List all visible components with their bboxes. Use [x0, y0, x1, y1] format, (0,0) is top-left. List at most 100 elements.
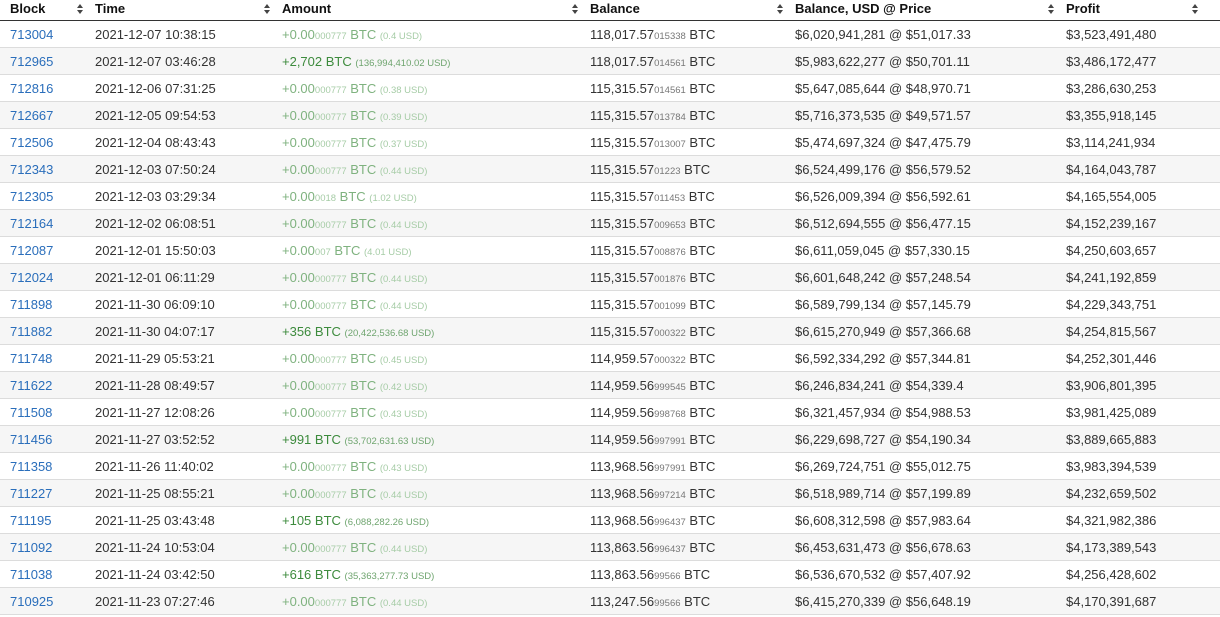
block-link[interactable]: 712343	[10, 156, 53, 182]
profit-cell: $3,486,172,477	[1066, 54, 1157, 69]
column-header-block[interactable]: Block	[10, 0, 45, 20]
amount-unit: BTC	[346, 270, 377, 285]
block-link[interactable]: 712164	[10, 210, 53, 236]
column-header-balance[interactable]: Balance	[590, 0, 640, 20]
balance-cell: 115,315.5701223 BTC	[590, 156, 710, 182]
profit-cell: $4,170,391,687	[1066, 594, 1157, 609]
block-link[interactable]: 711358	[10, 453, 52, 479]
amount-usd: (0.45 USD)	[379, 355, 428, 366]
time-cell: 2021-11-27 03:52:52	[95, 432, 215, 447]
block-link[interactable]: 711195	[10, 507, 51, 533]
amount-cell: +0.00000777 BTC (0.44 USD)	[282, 588, 427, 614]
profit-cell: $4,232,659,502	[1066, 486, 1157, 501]
balance-cell: 113,968.56996437 BTC	[590, 507, 715, 533]
balance-unit: BTC	[685, 108, 716, 123]
block-link[interactable]: 712024	[10, 264, 53, 290]
balance-cell: 113,247.5699566 BTC	[590, 588, 710, 614]
table-row: 712343 2021-12-03 07:50:24 +0.00000777 BTC…	[0, 156, 1220, 183]
amount-main: +0.00	[282, 297, 315, 312]
balance-usd-cell: $6,453,631,473 @ $56,678.63	[795, 540, 971, 555]
balance-unit: BTC	[685, 432, 716, 447]
block-link[interactable]: 711622	[10, 372, 52, 398]
block-link[interactable]: 711227	[10, 480, 52, 506]
amount-unit: BTC	[322, 54, 352, 69]
balance-cell: 115,315.57009653 BTC	[590, 210, 715, 236]
sort-arrows-icon[interactable]	[1192, 3, 1198, 15]
amount-usd: (6,088,282.26 USD)	[344, 517, 430, 528]
sort-arrows-icon[interactable]	[572, 3, 578, 15]
balance-unit: BTC	[685, 243, 716, 258]
sort-arrows-icon[interactable]	[264, 3, 270, 15]
balance-usd-cell: $6,415,270,339 @ $56,648.19	[795, 594, 971, 609]
amount-usd: (20,422,536.68 USD)	[344, 328, 435, 339]
amount-unit: BTC	[346, 486, 377, 501]
block-link[interactable]: 712087	[10, 237, 53, 263]
amount-usd: (0.37 USD)	[379, 139, 428, 150]
balance-main: 114,959.56	[590, 378, 655, 393]
amount-main: +0.00	[282, 189, 315, 204]
block-link[interactable]: 712506	[10, 129, 53, 155]
amount-fraction: 000777	[314, 463, 347, 474]
sort-arrows-icon[interactable]	[77, 3, 83, 15]
amount-main: +0.00	[282, 81, 315, 96]
sort-arrows-icon[interactable]	[1048, 3, 1054, 15]
amount-main: +0.00	[282, 135, 315, 150]
column-header-balance-usd[interactable]: Balance, USD @ Price	[795, 0, 931, 20]
balance-unit: BTC	[680, 567, 711, 582]
block-link[interactable]: 711748	[10, 345, 52, 371]
balance-unit: BTC	[685, 81, 716, 96]
block-link[interactable]: 711898	[10, 291, 52, 317]
column-header-profit[interactable]: Profit	[1066, 0, 1100, 20]
block-link[interactable]: 712816	[10, 75, 53, 101]
balance-main: 118,017.57	[590, 54, 655, 69]
column-header-amount[interactable]: Amount	[282, 0, 331, 20]
balance-usd-cell: $6,020,941,281 @ $51,017.33	[795, 27, 971, 42]
amount-main: +0.00	[282, 540, 315, 555]
amount-cell: +616 BTC (35,363,277.73 USD)	[282, 561, 434, 587]
amount-main: +616	[282, 567, 312, 582]
amount-unit: BTC	[346, 297, 377, 312]
balance-main: 115,315.57	[590, 108, 655, 123]
column-header-time[interactable]: Time	[95, 0, 125, 20]
amount-unit: BTC	[346, 135, 377, 150]
block-link[interactable]: 711508	[10, 399, 52, 425]
amount-cell: +356 BTC (20,422,536.68 USD)	[282, 318, 434, 344]
balance-fraction: 000322	[654, 328, 686, 339]
amount-cell: +991 BTC (53,702,631.63 USD)	[282, 426, 434, 452]
block-link[interactable]: 711882	[10, 318, 52, 344]
time-cell: 2021-12-07 03:46:28	[95, 54, 216, 69]
sort-arrows-icon[interactable]	[777, 3, 783, 15]
balance-usd-cell: $6,611,059,045 @ $57,330.15	[795, 243, 970, 258]
block-link[interactable]: 710925	[10, 588, 53, 614]
transactions-table: Block Time Amount Balance Balance, USD @…	[0, 0, 1220, 615]
time-cell: 2021-12-06 07:31:25	[95, 81, 216, 96]
profit-cell: $4,152,239,167	[1066, 216, 1157, 231]
amount-unit: BTC	[336, 189, 366, 204]
amount-cell: +0.000018 BTC (1.02 USD)	[282, 183, 417, 209]
amount-unit: BTC	[346, 378, 377, 393]
balance-cell: 113,968.56997214 BTC	[590, 480, 715, 506]
block-link[interactable]: 712305	[10, 183, 53, 209]
amount-unit: BTC	[311, 567, 341, 582]
balance-main: 115,315.57	[590, 324, 655, 339]
amount-unit: BTC	[346, 81, 377, 96]
balance-cell: 115,315.57013007 BTC	[590, 129, 715, 155]
block-link[interactable]: 711038	[10, 561, 52, 587]
balance-fraction: 997991	[654, 463, 686, 474]
balance-cell: 118,017.57014561 BTC	[590, 48, 715, 74]
amount-cell: +0.00000777 BTC (0.44 USD)	[282, 291, 427, 317]
table-row: 711622 2021-11-28 08:49:57 +0.00000777 BTC…	[0, 372, 1220, 399]
balance-usd-cell: $6,592,334,292 @ $57,344.81	[795, 351, 971, 366]
amount-usd: (0.44 USD)	[379, 490, 428, 501]
block-link[interactable]: 713004	[10, 21, 53, 47]
block-link[interactable]: 711456	[10, 426, 52, 452]
block-link[interactable]: 712965	[10, 48, 53, 74]
block-link[interactable]: 712667	[10, 102, 53, 128]
balance-cell: 114,959.56999545 BTC	[590, 372, 715, 398]
balance-cell: 113,863.5699566 BTC	[590, 561, 710, 587]
balance-fraction: 99566	[654, 571, 681, 582]
block-link[interactable]: 711092	[10, 534, 52, 560]
balance-cell: 114,959.56997991 BTC	[590, 426, 715, 452]
amount-usd: (0.42 USD)	[379, 382, 428, 393]
profit-cell: $4,173,389,543	[1066, 540, 1157, 555]
